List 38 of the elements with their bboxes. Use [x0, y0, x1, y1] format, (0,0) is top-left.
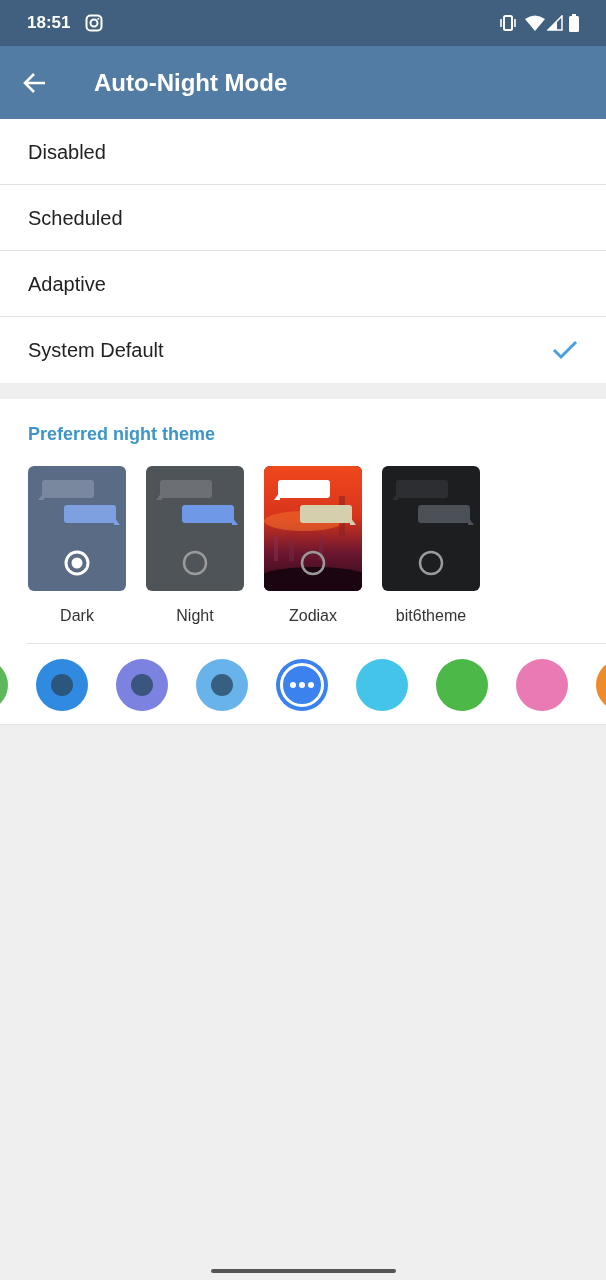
back-arrow-icon [23, 71, 47, 94]
accent-color-swatch[interactable] [196, 659, 248, 711]
message-bubble-icon [418, 505, 474, 525]
accent-color-swatch[interactable] [356, 659, 408, 711]
theme-name: Zodiax [289, 606, 337, 626]
radio-button[interactable] [300, 550, 326, 576]
camera-icon [85, 14, 104, 32]
battery-icon [569, 14, 579, 32]
accent-color-swatch[interactable] [276, 659, 328, 711]
signal-icon [547, 15, 563, 31]
more-icon [290, 682, 314, 688]
message-bubble-icon [64, 505, 120, 525]
accent-color-swatch[interactable] [436, 659, 488, 711]
mode-option[interactable]: Disabled [0, 119, 606, 185]
radio-button[interactable] [418, 550, 444, 576]
screen-title: Auto-Night Mode [94, 67, 288, 98]
message-bubble-icon [300, 505, 356, 525]
section-heading: Preferred night theme [28, 423, 216, 446]
theme-preview[interactable] [146, 466, 244, 591]
mode-option[interactable]: Adaptive [0, 251, 606, 317]
status-time: 18:51 [27, 12, 71, 35]
mode-option[interactable]: Scheduled [0, 185, 606, 251]
mode-option[interactable]: System Default [0, 317, 606, 383]
accent-color-swatch[interactable] [36, 659, 88, 711]
radio-button[interactable] [182, 550, 208, 576]
theme-name: Night [176, 606, 214, 626]
message-bubble-icon [182, 505, 238, 525]
vibrate-icon [499, 15, 517, 31]
accent-color-swatch[interactable] [516, 659, 568, 711]
accent-color-swatch[interactable] [116, 659, 168, 711]
message-bubble-icon [156, 480, 212, 500]
message-bubble-icon [38, 480, 94, 500]
message-bubble-icon [274, 480, 330, 500]
theme-name: bit6theme [395, 606, 467, 626]
theme-preview[interactable] [28, 466, 126, 591]
theme-name: Dark [60, 606, 94, 626]
wifi-icon [525, 15, 545, 31]
checkmark-icon [552, 340, 578, 360]
